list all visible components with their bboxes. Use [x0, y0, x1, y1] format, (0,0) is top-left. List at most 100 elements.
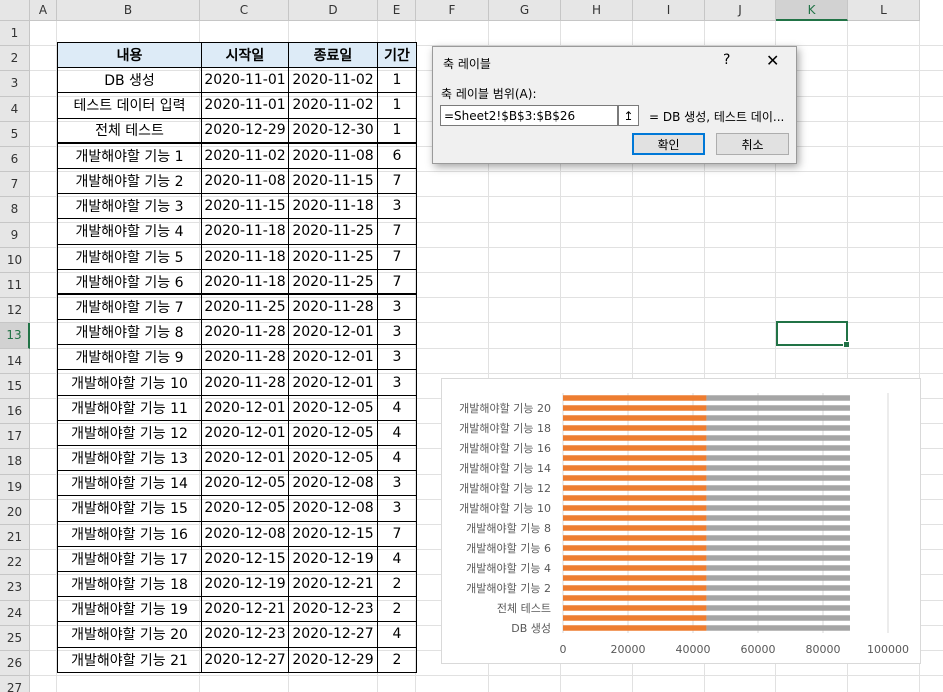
- table-cell[interactable]: 2020-11-28: [288, 293, 378, 321]
- column-header-e[interactable]: E: [378, 0, 416, 21]
- table-cell[interactable]: 개발해야할 기능 4: [57, 218, 202, 245]
- row-header-23[interactable]: 23: [0, 575, 30, 601]
- row-header-4[interactable]: 4: [0, 96, 30, 122]
- row-header-15[interactable]: 15: [0, 373, 30, 399]
- bar-segment[interactable]: [706, 465, 850, 471]
- table-cell[interactable]: 전체 테스트: [57, 117, 202, 144]
- table-cell[interactable]: 1: [377, 67, 417, 94]
- column-header-h[interactable]: H: [561, 0, 633, 21]
- bar-segment[interactable]: [563, 505, 707, 511]
- bar-segment[interactable]: [563, 485, 707, 491]
- table-cell[interactable]: 2020-11-01: [201, 67, 289, 94]
- row-header-9[interactable]: 9: [0, 222, 30, 248]
- table-cell[interactable]: 개발해야할 기능 10: [57, 369, 202, 396]
- row-header-5[interactable]: 5: [0, 121, 30, 147]
- table-cell[interactable]: 개발해야할 기능 14: [57, 470, 202, 497]
- table-cell[interactable]: 2020-11-02: [288, 67, 378, 94]
- bar-segment[interactable]: [706, 475, 850, 481]
- row-header-1[interactable]: 1: [0, 21, 30, 47]
- table-cell[interactable]: 7: [377, 218, 417, 245]
- table-cell[interactable]: 개발해야할 기능 7: [57, 293, 202, 321]
- table-cell[interactable]: 3: [377, 319, 417, 346]
- bar-segment[interactable]: [706, 395, 850, 401]
- table-cell[interactable]: 개발해야할 기능 13: [57, 444, 202, 472]
- row-header-26[interactable]: 26: [0, 651, 30, 677]
- collapse-dialog-icon[interactable]: ↥: [618, 105, 639, 126]
- table-cell[interactable]: 2: [377, 596, 417, 623]
- row-header-8[interactable]: 8: [0, 197, 30, 223]
- table-cell[interactable]: 2020-12-01: [201, 394, 289, 421]
- column-header-f[interactable]: F: [416, 0, 489, 21]
- table-cell[interactable]: 2020-11-25: [288, 243, 378, 270]
- range-input[interactable]: =Sheet2!$B$3:$B$26: [440, 105, 618, 126]
- table-cell[interactable]: 1: [377, 117, 417, 144]
- bar-segment[interactable]: [563, 425, 707, 431]
- table-cell[interactable]: 2020-12-27: [288, 621, 378, 648]
- table-cell[interactable]: 2020-12-15: [288, 520, 378, 547]
- table-cell[interactable]: 2020-12-01: [201, 444, 289, 472]
- bar-segment[interactable]: [563, 585, 707, 591]
- table-cell[interactable]: 2020-12-08: [288, 495, 378, 522]
- bar-segment[interactable]: [563, 405, 707, 411]
- table-cell[interactable]: 2020-12-29: [201, 117, 289, 144]
- bar-segment[interactable]: [706, 495, 850, 501]
- bar-segment[interactable]: [563, 535, 707, 541]
- table-cell[interactable]: 2020-12-05: [288, 419, 378, 447]
- close-icon[interactable]: ✕: [766, 51, 779, 70]
- row-header-13[interactable]: 13: [0, 323, 30, 349]
- row-header-17[interactable]: 17: [0, 424, 30, 450]
- table-cell[interactable]: 2020-12-08: [288, 470, 378, 497]
- bar-segment[interactable]: [706, 535, 850, 541]
- table-cell[interactable]: 2020-12-01: [288, 319, 378, 346]
- bar-segment[interactable]: [706, 505, 850, 511]
- table-cell[interactable]: 2020-11-25: [288, 268, 378, 295]
- table-cell[interactable]: 개발해야할 기능 6: [57, 268, 202, 295]
- table-cell[interactable]: 개발해야할 기능 15: [57, 495, 202, 522]
- table-cell[interactable]: 4: [377, 444, 417, 472]
- table-cell[interactable]: 6: [377, 142, 417, 169]
- table-cell[interactable]: 1: [377, 92, 417, 119]
- bar-segment[interactable]: [563, 475, 707, 481]
- bar-segment[interactable]: [563, 555, 707, 561]
- row-header-27[interactable]: 27: [0, 676, 30, 692]
- table-cell[interactable]: 2020-11-08: [201, 167, 289, 195]
- bar-segment[interactable]: [706, 405, 850, 411]
- header-content[interactable]: 내용: [57, 41, 202, 69]
- column-header-b[interactable]: B: [57, 0, 200, 21]
- bar-segment[interactable]: [563, 515, 707, 521]
- table-cell[interactable]: 2020-12-05: [201, 495, 289, 522]
- bar-segment[interactable]: [706, 585, 850, 591]
- header-end-date[interactable]: 종료일: [288, 41, 378, 69]
- table-cell[interactable]: 4: [377, 394, 417, 421]
- table-cell[interactable]: 개발해야할 기능 2: [57, 167, 202, 195]
- bar-segment[interactable]: [563, 445, 707, 451]
- bar-segment[interactable]: [563, 605, 707, 611]
- table-cell[interactable]: 2020-11-28: [201, 369, 289, 396]
- bar-segment[interactable]: [563, 525, 707, 531]
- table-cell[interactable]: 7: [377, 243, 417, 270]
- bar-segment[interactable]: [706, 515, 850, 521]
- table-cell[interactable]: 2020-12-30: [288, 117, 378, 144]
- table-cell[interactable]: 3: [377, 193, 417, 220]
- row-header-21[interactable]: 21: [0, 525, 30, 551]
- table-cell[interactable]: 2020-11-18: [201, 268, 289, 295]
- row-header-2[interactable]: 2: [0, 46, 30, 72]
- bar-segment[interactable]: [706, 595, 850, 601]
- table-cell[interactable]: 개발해야할 기능 12: [57, 419, 202, 447]
- table-cell[interactable]: 개발해야할 기능 19: [57, 596, 202, 623]
- table-cell[interactable]: 2020-12-21: [288, 570, 378, 598]
- bar-segment[interactable]: [563, 455, 707, 461]
- table-cell[interactable]: 2020-12-19: [201, 570, 289, 598]
- table-cell[interactable]: 7: [377, 167, 417, 195]
- table-cell[interactable]: 2020-12-23: [201, 621, 289, 648]
- table-cell[interactable]: DB 생성: [57, 67, 202, 94]
- table-cell[interactable]: 2020-12-08: [201, 520, 289, 547]
- bar-segment[interactable]: [706, 445, 850, 451]
- table-cell[interactable]: 2020-11-08: [288, 142, 378, 169]
- bar-segment[interactable]: [563, 625, 707, 631]
- column-header-k[interactable]: K: [776, 0, 848, 21]
- row-header-11[interactable]: 11: [0, 273, 30, 299]
- bar-segment[interactable]: [563, 495, 707, 501]
- bar-segment[interactable]: [563, 545, 707, 551]
- column-header-j[interactable]: J: [705, 0, 776, 21]
